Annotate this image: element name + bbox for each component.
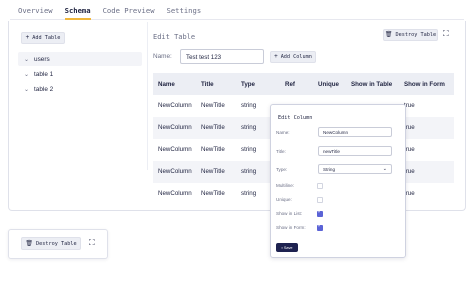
save-button[interactable]: ▪ Save	[276, 243, 298, 252]
edit-column-title: Edit Column	[278, 115, 313, 121]
save-icon: ▪	[281, 245, 283, 250]
cell-title: NewTitle	[201, 168, 225, 175]
cell-type: string	[241, 190, 257, 197]
tree-item-label: users	[34, 56, 50, 63]
tree-item-table-1[interactable]: ⌄ table 1	[24, 71, 53, 78]
tree-item-table-2[interactable]: ⌄ table 2	[24, 86, 53, 93]
col-header-unique[interactable]: Unique	[318, 81, 339, 88]
chevron-down-icon: ⌄	[24, 87, 30, 93]
cell-name: NewColumn	[158, 168, 192, 175]
tab-schema[interactable]: Schema	[64, 0, 91, 20]
destroy-table-button-secondary[interactable]: 🗑 Destroy Table	[21, 237, 81, 250]
col-header-title[interactable]: Title	[201, 81, 214, 88]
tab-settings[interactable]: Settings	[167, 0, 202, 20]
tab-bar: Overview Schema Code Preview Settings	[18, 0, 213, 22]
show-in-list-label: Show in List:	[276, 211, 303, 216]
cell-type: string	[241, 102, 257, 109]
cell-title: NewTitle	[201, 102, 225, 109]
name-label: Name:	[153, 53, 172, 60]
add-table-button[interactable]: + Add Table	[21, 32, 65, 44]
tree-item-label: table 1	[34, 71, 54, 78]
tab-overview[interactable]: Overview	[18, 0, 53, 20]
chevron-down-icon: ⌄	[382, 166, 387, 172]
cell-title: NewTitle	[201, 146, 225, 153]
add-column-label: Add Column	[280, 54, 312, 60]
edit-column-dialog: Edit Column Name: NewColumn Title: newTi…	[270, 104, 406, 258]
cell-name: NewColumn	[158, 190, 192, 197]
table-name-input[interactable]: Test test 123	[180, 49, 264, 64]
chevron-down-icon: ⌄	[24, 57, 30, 63]
multiline-label: Multiline:	[276, 183, 295, 188]
cell-type: string	[241, 146, 257, 153]
cell-title: NewTitle	[201, 124, 225, 131]
edit-table-title: Edit Table	[153, 33, 196, 41]
cell-name: NewColumn	[158, 124, 192, 131]
column-title-input[interactable]: newTitle	[318, 146, 392, 156]
panel-divider	[147, 22, 148, 170]
trash-icon: 🗑	[384, 31, 393, 38]
chevron-down-icon: ⌄	[24, 72, 30, 78]
show-in-list-checkbox[interactable]	[317, 209, 323, 217]
add-table-label: Add Table	[32, 35, 61, 41]
show-in-form-label: Show in Form:	[276, 225, 306, 230]
column-type-select[interactable]: String ⌄	[318, 164, 392, 174]
destroy-table-label: Destroy Table	[395, 32, 437, 38]
cell-name: NewColumn	[158, 102, 192, 109]
tab-code-preview[interactable]: Code Preview	[103, 0, 155, 20]
tree-item-label: table 2	[34, 86, 54, 93]
col-header-name[interactable]: Name	[158, 81, 175, 88]
expand-icon[interactable]: ⛶	[443, 30, 449, 38]
column-name-label: Name:	[276, 130, 290, 135]
column-type-label: Type:	[276, 167, 288, 172]
tree-item-users[interactable]: ⌄ users	[24, 56, 50, 63]
save-label: Save	[283, 245, 293, 250]
column-name-input[interactable]: NewColumn	[318, 127, 392, 137]
plus-icon: +	[25, 34, 30, 41]
col-header-show-in-form[interactable]: Show in Form	[404, 81, 445, 88]
col-header-type[interactable]: Type	[241, 81, 255, 88]
col-header-show-in-table[interactable]: Show in Table	[351, 81, 392, 88]
destroy-table-label: Destroy Table	[36, 240, 77, 247]
column-title-label: Title:	[276, 149, 286, 154]
unique-label: Unique:	[276, 197, 292, 202]
trash-icon: 🗑	[25, 239, 33, 247]
cell-type: string	[241, 124, 257, 131]
destroy-table-button[interactable]: 🗑 Destroy Table	[383, 29, 438, 41]
cell-title: NewTitle	[201, 190, 225, 197]
column-type-value: String	[323, 167, 336, 172]
cell-type: string	[241, 168, 257, 175]
col-header-ref[interactable]: Ref	[285, 81, 295, 88]
multiline-checkbox[interactable]	[317, 183, 323, 189]
cell-name: NewColumn	[158, 146, 192, 153]
unique-checkbox[interactable]	[317, 197, 323, 203]
show-in-form-checkbox[interactable]	[317, 223, 323, 231]
add-column-button[interactable]: + Add Column	[270, 51, 316, 63]
plus-icon: +	[274, 53, 278, 60]
expand-icon[interactable]: ⛶	[89, 239, 95, 247]
